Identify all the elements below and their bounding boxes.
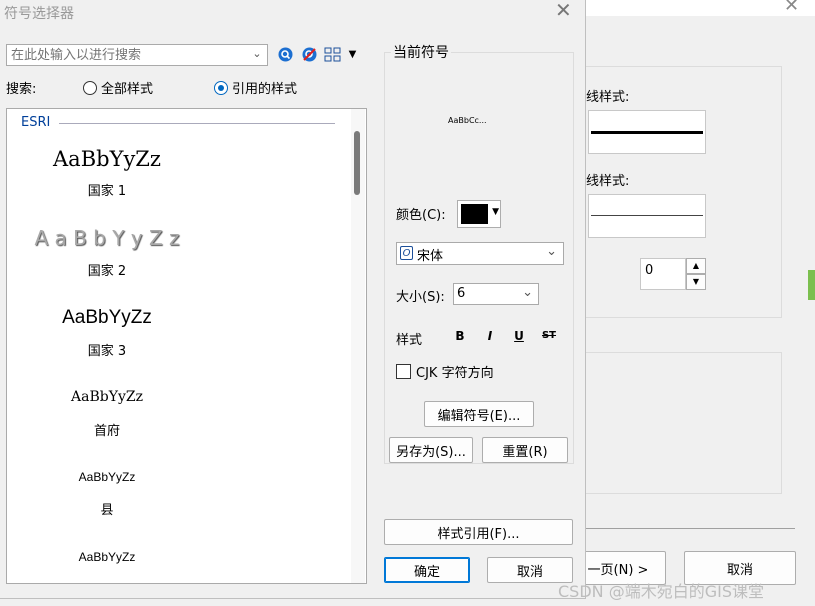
sample-preview-6[interactable]: AaBbYyZz [7,550,207,564]
group-divider [59,123,335,124]
sample-preview-1[interactable]: AaBbYyZz [7,147,207,171]
current-symbol-label: 当前符号 [391,42,451,62]
color-label: 颜色(C): [396,208,446,223]
sample-caption-2: 国家 2 [87,264,127,279]
sample-preview-3[interactable]: AaBbYyZz [7,307,207,329]
background-line-style-preview-2[interactable] [588,194,706,238]
background-divider [585,528,795,529]
sample-caption-3: 国家 3 [87,344,127,359]
search-combobox[interactable]: ⌄ [6,44,268,66]
view-options-dropdown-icon[interactable]: ▼ [344,46,361,63]
background-line-style-label-2: 线样式: [586,174,630,189]
radio-all-styles-label[interactable]: 全部样式 [101,78,153,97]
ok-button[interactable]: 确定 [384,557,470,583]
cjk-orientation-label[interactable]: CJK 字符方向 [416,362,494,381]
search-label: 搜索: [6,82,37,97]
background-close-icon[interactable]: ✕ [784,0,799,16]
symbol-selector-dialog: 符号选择器 ✕ ⌄ ▼ 搜索: 全部样式 引用的样式 ESRI AaBbYyZz… [0,0,586,599]
bold-button[interactable]: B [449,324,471,348]
radio-referenced-styles[interactable] [214,81,228,95]
symbol-gallery[interactable]: ESRI AaBbYyZz 国家 1 A a B b Y y Z z 国家 2 … [6,108,367,584]
italic-button[interactable]: I [479,324,501,348]
font-value: 宋体 [417,249,444,264]
radio-referenced-styles-label[interactable]: 引用的样式 [232,78,297,97]
size-select[interactable]: 6 ⌄ [453,283,539,305]
chevron-down-icon: ⌄ [522,285,533,300]
background-group-2 [585,352,782,494]
sample-caption-1: 国家 1 [87,184,127,199]
style-references-button[interactable]: 样式引用(F)... [384,519,573,545]
strikethrough-button[interactable]: ST [538,324,560,348]
sample-preview-4[interactable]: AaBbYyZz [7,389,207,405]
gallery-scroll-thumb[interactable] [354,131,360,195]
sample-preview-5[interactable]: AaBbYyZz [7,470,207,484]
dialog-title: 符号选择器 [4,6,74,22]
style-label: 样式 [396,333,423,348]
search-icon[interactable] [277,46,294,63]
save-as-button[interactable]: 另存为(S)... [389,437,473,463]
spinner-down-icon[interactable]: ▼ [686,274,706,290]
cjk-orientation-checkbox[interactable] [396,364,411,379]
spinner-up-icon[interactable]: ▲ [686,258,706,274]
font-select[interactable]: O 宋体 ⌄ [396,242,564,265]
sample-preview-2[interactable]: A a B b Y y Z z [7,226,207,250]
close-icon[interactable]: ✕ [555,0,572,22]
watermark: CSDN @端木宛白的GIS课堂 [558,582,764,601]
clear-search-icon[interactable] [301,46,318,63]
sample-caption-5: 县 [100,503,114,518]
color-swatch [461,204,488,224]
background-line-style-preview-1[interactable] [588,110,706,154]
search-input[interactable] [7,45,255,65]
chevron-down-icon: ⌄ [546,244,557,259]
color-picker-button[interactable]: ▼ [457,200,501,228]
background-line-style-label-1: 线样式: [586,90,630,105]
background-titlebar [585,0,815,16]
background-spinner-input[interactable]: 0 [640,258,686,290]
size-label: 大小(S): [396,290,445,305]
background-map-strip [808,270,815,300]
reset-button[interactable]: 重置(R) [482,437,568,463]
sample-caption-4: 首府 [93,424,120,439]
gallery-group-header: ESRI [21,115,51,130]
dropdown-arrow-icon: ▼ [492,207,499,217]
opentype-font-icon: O [400,246,413,260]
underline-button[interactable]: U [508,324,530,348]
size-value: 6 [457,286,466,301]
symbol-preview: AaBbCc... [448,116,487,125]
edit-symbol-button[interactable]: 编辑符号(E)... [424,401,534,427]
view-options-icon[interactable] [324,46,341,63]
radio-all-styles[interactable] [83,81,97,95]
chevron-down-icon[interactable]: ⌄ [249,47,265,63]
